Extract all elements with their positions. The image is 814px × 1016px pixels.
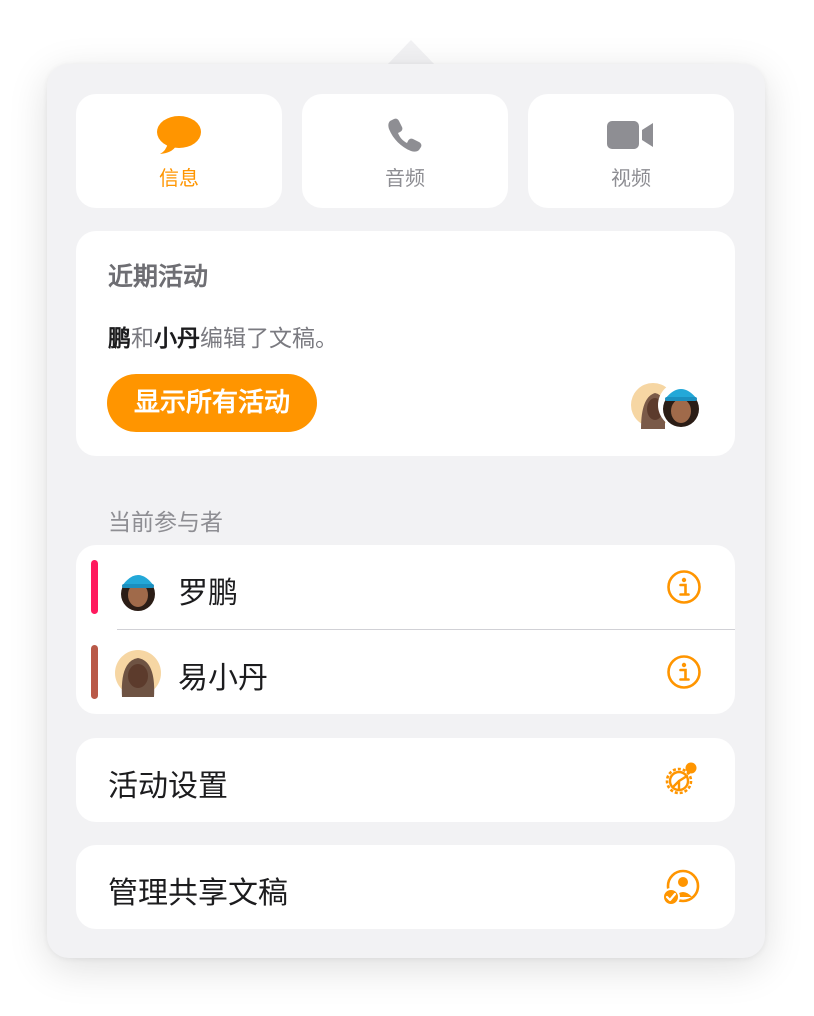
activity-settings-row[interactable]: 活动设置 [76, 738, 735, 822]
info-icon[interactable] [666, 654, 702, 690]
memoji-avatar [631, 382, 704, 429]
avatar-stack [631, 381, 706, 429]
message-bubble-icon [157, 116, 201, 154]
editor-name-2: 小丹 [154, 326, 200, 352]
message-button[interactable]: 信息 [76, 94, 282, 208]
person-checkmark-icon [662, 869, 700, 906]
recent-activity-summary: 鹏和小丹编辑了文稿。 [108, 319, 338, 353]
video-camera-icon [607, 121, 653, 149]
audio-button[interactable]: 音频 [302, 94, 508, 208]
participant-color-bar [91, 560, 98, 614]
participant-name: 易小丹 [178, 661, 268, 696]
audio-label: 音频 [385, 166, 425, 190]
participant-color-bar [91, 645, 98, 699]
recent-activity-card: 近期活动 鹏和小丹编辑了文稿。 显示所有活动 [76, 231, 735, 456]
popover-arrow [387, 40, 435, 65]
message-label: 信息 [159, 166, 199, 190]
activity-settings-gear-icon [665, 762, 697, 795]
summary-conjunction: 和 [131, 326, 154, 352]
activity-settings-label: 活动设置 [108, 769, 228, 804]
summary-rest: 编辑了文稿。 [200, 326, 338, 352]
editor-name-1: 鹏 [108, 326, 131, 352]
memoji-avatar [121, 575, 155, 611]
show-all-activity-button[interactable]: 显示所有活动 [107, 374, 317, 432]
manage-shared-document-row[interactable]: 管理共享文稿 [76, 845, 735, 929]
participant-name: 罗鹏 [178, 576, 238, 611]
recent-activity-title: 近期活动 [108, 262, 209, 291]
participants-list: 罗鹏 易小丹 [76, 545, 735, 714]
manage-shared-document-label: 管理共享文稿 [108, 876, 288, 911]
video-label: 视频 [611, 166, 651, 190]
collaboration-popover: 信息 音频 视频 近期活动 鹏和小丹编辑了文稿。 显示所有活动 当前参与者 罗鹏… [47, 64, 765, 958]
video-button[interactable]: 视频 [528, 94, 734, 208]
participants-section-header: 当前参与者 [108, 510, 223, 536]
memoji-avatar [115, 650, 161, 697]
phone-icon [388, 118, 422, 152]
participant-row[interactable]: 易小丹 [76, 630, 735, 714]
info-icon[interactable] [666, 569, 702, 605]
participant-row[interactable]: 罗鹏 [76, 545, 735, 629]
